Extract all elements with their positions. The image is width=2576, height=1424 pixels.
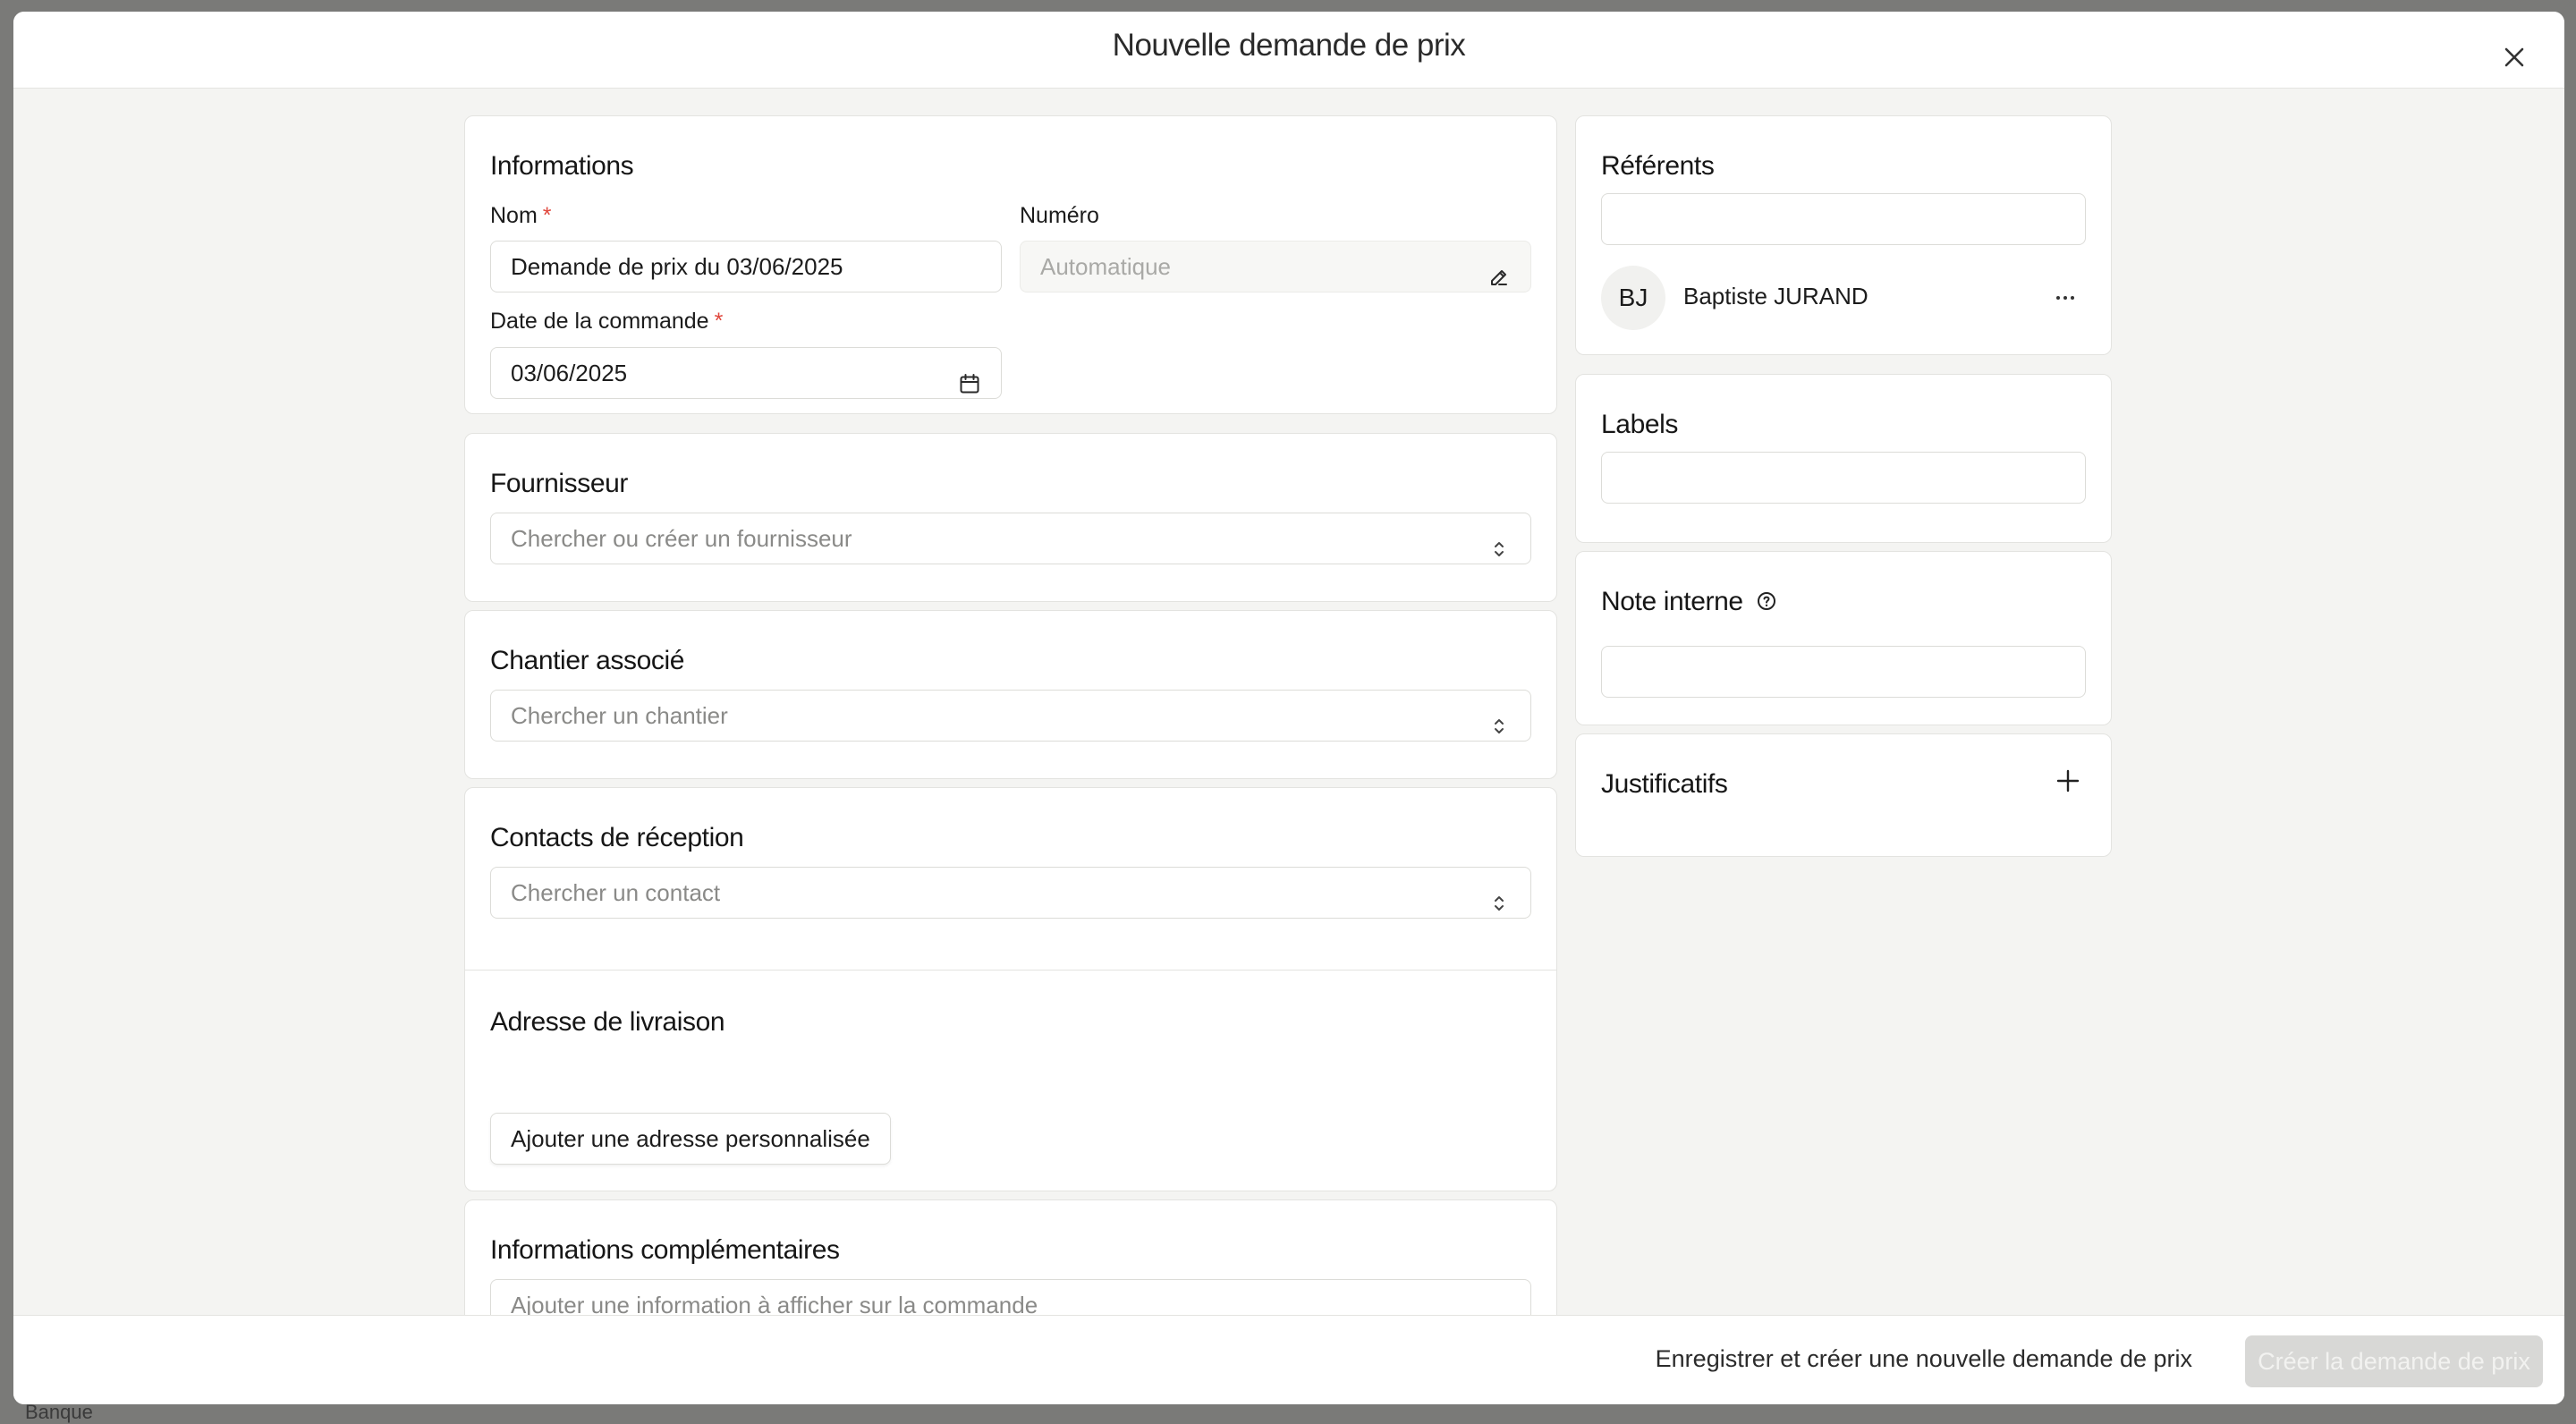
note-card: Note interne [1575, 551, 2112, 725]
chantier-card: Chantier associé Chercher un chantier [464, 610, 1557, 779]
chevron-up-down-icon [1487, 528, 1511, 556]
more-horizontal-icon[interactable] [2052, 284, 2079, 311]
informations-title: Informations [490, 151, 634, 181]
referents-title: Référents [1601, 151, 1715, 181]
contacts-select[interactable]: Chercher un contact [490, 867, 1531, 919]
labels-card: Labels [1575, 374, 2112, 543]
note-title: Note interne [1601, 587, 1777, 617]
numero-placeholder: Automatique [1040, 253, 1171, 280]
calendar-icon[interactable] [958, 362, 981, 394]
numero-label: Numéro [1020, 203, 1099, 228]
referents-search-input[interactable] [1601, 193, 2086, 245]
new-price-request-modal: Nouvelle demande de prix Informations No… [13, 12, 2564, 1404]
contacts-title: Contacts de réception [490, 823, 744, 852]
fournisseur-card: Fournisseur Chercher ou créer un fournis… [464, 433, 1557, 602]
chantier-select[interactable]: Chercher un chantier [490, 690, 1531, 742]
create-price-request-button[interactable]: Créer la demande de prix [2245, 1335, 2543, 1387]
help-circle-icon[interactable] [1756, 589, 1777, 610]
plus-icon[interactable] [2054, 767, 2082, 795]
justificatifs-card: Justificatifs [1575, 733, 2112, 857]
complementaires-title: Informations complémentaires [490, 1235, 840, 1265]
fournisseur-select[interactable]: Chercher ou créer un fournisseur [490, 513, 1531, 564]
required-marker: * [714, 309, 724, 334]
note-input[interactable] [1601, 646, 2086, 698]
modal-header: Nouvelle demande de prix [13, 12, 2564, 89]
labels-input[interactable] [1601, 452, 2086, 504]
date-input[interactable]: 03/06/2025 [490, 347, 1002, 399]
close-icon[interactable] [2498, 41, 2530, 73]
justificatifs-title: Justificatifs [1601, 769, 1728, 799]
chantier-title: Chantier associé [490, 646, 685, 675]
adresse-title: Adresse de livraison [490, 1007, 725, 1037]
fournisseur-title: Fournisseur [490, 469, 628, 498]
referents-card: Référents BJ Baptiste JURAND [1575, 115, 2112, 355]
required-marker: * [542, 203, 552, 228]
referent-name: Baptiste JURAND [1683, 283, 1868, 309]
save-and-create-new-button[interactable]: Enregistrer et créer une nouvelle demand… [1656, 1341, 2192, 1377]
avatar: BJ [1601, 266, 1665, 330]
chevron-up-down-icon [1487, 705, 1511, 733]
add-custom-address-button[interactable]: Ajouter une adresse personnalisée [490, 1113, 891, 1165]
modal-footer: Enregistrer et créer une nouvelle demand… [13, 1315, 2564, 1404]
date-label: Date de la commande * [490, 309, 724, 334]
numero-input[interactable]: Automatique [1020, 241, 1531, 292]
labels-title: Labels [1601, 410, 1679, 439]
modal-title: Nouvelle demande de prix [1112, 28, 1466, 63]
reception-card: Contacts de réception Chercher un contac… [464, 787, 1557, 1191]
informations-card: Informations Nom * Demande de prix du 03/… [464, 115, 1557, 414]
date-value: 03/06/2025 [511, 360, 628, 386]
nom-input[interactable]: Demande de prix du 03/06/2025 [490, 241, 1002, 292]
chevron-up-down-icon [1487, 882, 1511, 911]
nom-label: Nom * [490, 203, 552, 228]
edit-icon[interactable] [1487, 256, 1511, 285]
section-divider [465, 970, 1556, 971]
